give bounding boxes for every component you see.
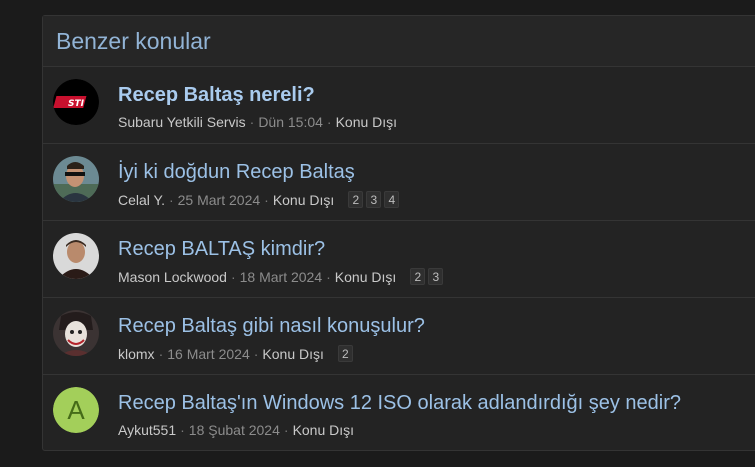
thread-author[interactable]: klomx	[118, 346, 155, 362]
thread-forum[interactable]: Konu Dışı	[293, 422, 354, 438]
separator: ·	[158, 345, 164, 362]
page-link[interactable]: 3	[366, 191, 382, 208]
page-link[interactable]: 2	[348, 191, 364, 208]
thread-author[interactable]: Celal Y.	[118, 192, 165, 208]
separator: ·	[168, 191, 174, 208]
thread-meta: Subaru Yetkili Servis · Dün 15:04 · Konu…	[118, 114, 397, 130]
separator: ·	[249, 114, 255, 130]
thread-author[interactable]: Subaru Yetkili Servis	[118, 114, 246, 130]
user-photo-icon	[53, 310, 99, 356]
avatar[interactable]: STI	[53, 79, 99, 125]
thread-title[interactable]: İyi ki doğdun Recep Baltaş	[118, 161, 355, 184]
separator: ·	[230, 268, 236, 285]
thread-title[interactable]: Recep Baltaş'ın Windows 12 ISO olarak ad…	[118, 392, 681, 415]
avatar[interactable]	[53, 156, 99, 202]
page-link[interactable]: 3	[428, 268, 444, 285]
thread-forum[interactable]: Konu Dışı	[273, 192, 334, 208]
thread-row: STI Recep Baltaş nereli? Subaru Yetkili …	[43, 67, 755, 144]
thread-meta: klomx · 16 Mart 2024 · Konu Dışı 2	[118, 345, 353, 362]
page-link[interactable]: 4	[384, 191, 400, 208]
thread-row: A Recep Baltaş'ın Windows 12 ISO olarak …	[43, 375, 755, 452]
user-photo-icon	[53, 233, 99, 279]
page-links: 2 3	[410, 268, 444, 285]
thread-author[interactable]: Mason Lockwood	[118, 269, 227, 285]
thread-forum[interactable]: Konu Dışı	[262, 346, 323, 362]
similar-threads-block: Benzer konular STI Recep Baltaş nereli? …	[42, 15, 755, 451]
sti-logo-icon: STI	[53, 79, 99, 125]
thread-forum[interactable]: Konu Dışı	[335, 269, 396, 285]
thread-title[interactable]: Recep Baltaş nereli?	[118, 84, 315, 107]
user-photo-icon	[53, 156, 99, 202]
thread-date: Dün 15:04	[258, 114, 323, 130]
letter-avatar: A	[53, 387, 99, 433]
separator: ·	[180, 422, 185, 438]
separator: ·	[253, 345, 259, 362]
thread-row: Recep Baltaş gibi nasıl konuşulur? klomx…	[43, 298, 755, 375]
thread-title[interactable]: Recep Baltaş gibi nasıl konuşulur?	[118, 315, 425, 338]
thread-date: 25 Mart 2024	[177, 191, 261, 208]
svg-text:STI: STI	[68, 99, 85, 109]
block-title: Benzer konular	[43, 16, 755, 67]
thread-date: 16 Mart 2024	[167, 345, 250, 362]
separator: ·	[264, 191, 269, 208]
thread-row: İyi ki doğdun Recep Baltaş Celal Y. · 25…	[43, 144, 755, 221]
separator: ·	[326, 268, 331, 285]
page-link[interactable]: 2	[410, 268, 426, 285]
thread-forum[interactable]: Konu Dışı	[336, 114, 397, 130]
thread-date: 18 Şubat 2024	[188, 422, 280, 438]
thread-meta: Mason Lockwood · 18 Mart 2024 · Konu Dış…	[118, 268, 444, 285]
page-links: 2 3 4	[348, 191, 400, 208]
page-links: 2	[337, 345, 353, 362]
thread-meta: Celal Y. · 25 Mart 2024 · Konu Dışı 2 3 …	[118, 191, 400, 208]
thread-author[interactable]: Aykut551	[118, 422, 176, 438]
avatar[interactable]	[53, 233, 99, 279]
avatar[interactable]	[53, 310, 99, 356]
thread-title[interactable]: Recep BALTAŞ kimdir?	[118, 238, 325, 261]
thread-date: 18 Mart 2024	[239, 268, 323, 285]
page-link[interactable]: 2	[337, 345, 353, 362]
separator: ·	[326, 114, 332, 130]
separator: ·	[283, 422, 289, 438]
thread-row: Recep BALTAŞ kimdir? Mason Lockwood · 18…	[43, 221, 755, 298]
thread-meta: Aykut551 · 18 Şubat 2024 · Konu Dışı	[118, 422, 354, 438]
avatar[interactable]: A	[53, 387, 99, 433]
